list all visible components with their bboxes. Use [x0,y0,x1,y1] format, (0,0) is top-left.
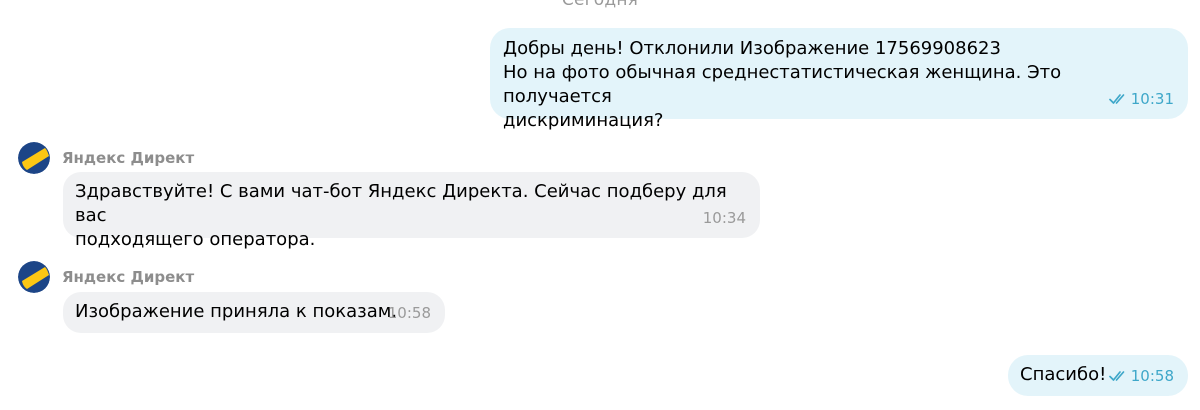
sender-avatar[interactable] [18,261,50,293]
message-time: 10:31 [1130,90,1174,108]
message-line: Изображение приняла к показам. [75,301,398,322]
outgoing-message[interactable]: Добры день! Отклонили Изображение 175699… [490,28,1188,131]
message-time: 10:58 [387,304,431,322]
message-time: 10:34 [702,209,746,227]
sender-name: Яндекс Директ [62,268,195,286]
yandex-direct-logo-icon [18,261,50,293]
message-line: Добры день! Отклонили Изображение 175699… [503,38,1001,59]
message-text: Добры день! Отклонили Изображение 175699… [503,37,1163,133]
sender-avatar[interactable] [18,142,50,174]
double-check-icon [1108,370,1127,382]
message-line: Спасибо! [1020,364,1107,385]
message-line: подходящего оператора. [75,229,316,250]
message-meta: 10:58 [388,304,431,322]
sender-name: Яндекс Директ [62,149,195,167]
message-time: 10:58 [1130,367,1174,385]
incoming-message[interactable]: Изображение приняла к показам. 10:58 [63,292,445,333]
double-check-icon [1108,93,1127,105]
message-text: Спасибо! [1020,363,1106,387]
message-meta: 10:34 [703,209,746,227]
message-line: Здравствуйте! С вами чат-бот Яндекс Дире… [75,181,727,226]
message-meta: 10:58 [1108,367,1174,385]
message-line: дискриминация? [503,110,664,131]
message-meta: 10:31 [1108,90,1174,108]
yandex-direct-logo-icon [18,142,50,174]
message-text: Здравствуйте! С вами чат-бот Яндекс Дире… [75,180,735,252]
message-line: Но на фото обычная среднестатистическая … [503,62,1062,107]
outgoing-message[interactable]: Спасибо! 10:58 [1008,355,1188,396]
message-text: Изображение приняла к показам. [75,300,397,324]
date-divider: Сегодня [561,0,639,10]
incoming-message[interactable]: Здравствуйте! С вами чат-бот Яндекс Дире… [63,172,760,250]
